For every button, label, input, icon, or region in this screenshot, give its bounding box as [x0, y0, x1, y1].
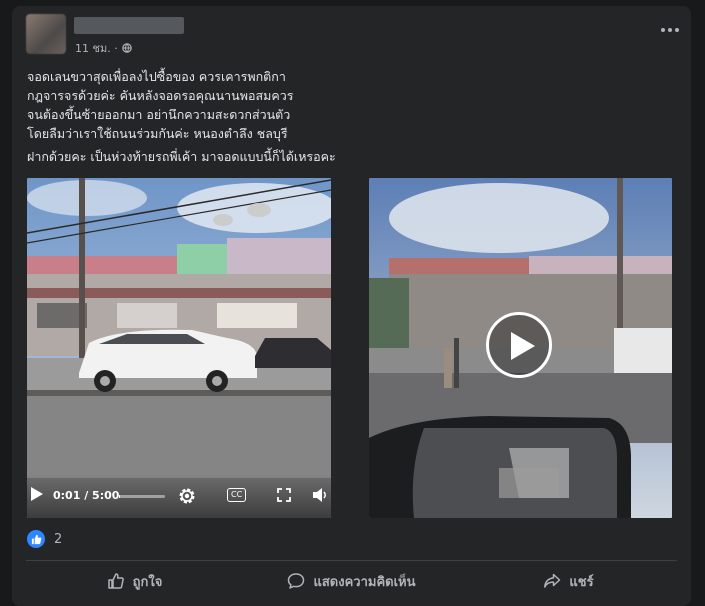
post-time[interactable]: 11 ชม. · — [75, 39, 118, 57]
like-icon — [27, 530, 45, 548]
play-icon — [511, 332, 535, 360]
reactions-summary[interactable]: 2 — [27, 530, 62, 548]
gear-icon[interactable] — [177, 486, 197, 506]
play-icon[interactable] — [30, 486, 44, 502]
play-video-button[interactable] — [486, 312, 552, 378]
video-player[interactable]: 0:01 / 5:00 CC — [27, 178, 331, 518]
more-dot-icon — [668, 28, 672, 32]
post-actions: ถูกใจ แสดงความคิดเห็น แชร์ — [26, 565, 677, 597]
video-frame — [27, 178, 331, 518]
post-card: 11 ชม. · จอดเลนขวาสุดเพื่อลงไปซื้อของ คว… — [12, 6, 691, 606]
thumbs-up-icon — [31, 534, 41, 544]
more-dot-icon — [675, 28, 679, 32]
video-player-2[interactable] — [369, 178, 672, 518]
video-progress-fill — [119, 495, 120, 498]
share-icon — [544, 573, 561, 588]
video-controls: 0:01 / 5:00 CC — [27, 474, 331, 518]
more-options-button[interactable] — [661, 28, 679, 32]
share-button[interactable]: แชร์ — [460, 565, 677, 597]
fullscreen-icon[interactable] — [277, 488, 291, 502]
avatar[interactable] — [26, 14, 66, 54]
globe-icon — [121, 43, 132, 53]
video-progress-bar[interactable] — [119, 495, 165, 498]
share-label: แชร์ — [569, 574, 594, 590]
comment-label: แสดงความคิดเห็น — [313, 574, 416, 590]
post-text-second: ฝากด้วยคะ เป็นห่วงท้ายรถพี่เค้า มาจอดแบบ… — [27, 149, 336, 164]
like-label: ถูกใจ — [132, 574, 163, 590]
post-meta: 11 ชม. · — [75, 39, 132, 57]
comment-icon — [288, 573, 305, 589]
divider — [26, 560, 677, 561]
author-name-redacted[interactable] — [74, 17, 184, 34]
post-text: จอดเลนขวาสุดเพื่อลงไปซื้อของ ควรเคารพกติ… — [27, 69, 294, 141]
video-time: 0:01 / 5:00 — [53, 489, 120, 502]
like-button[interactable]: ถูกใจ — [26, 565, 243, 597]
thumbs-up-icon — [107, 573, 124, 589]
volume-icon[interactable] — [311, 486, 329, 504]
captions-button[interactable]: CC — [227, 488, 247, 502]
reaction-count: 2 — [54, 531, 63, 547]
comment-button[interactable]: แสดงความคิดเห็น — [243, 565, 460, 597]
more-dot-icon — [661, 28, 665, 32]
